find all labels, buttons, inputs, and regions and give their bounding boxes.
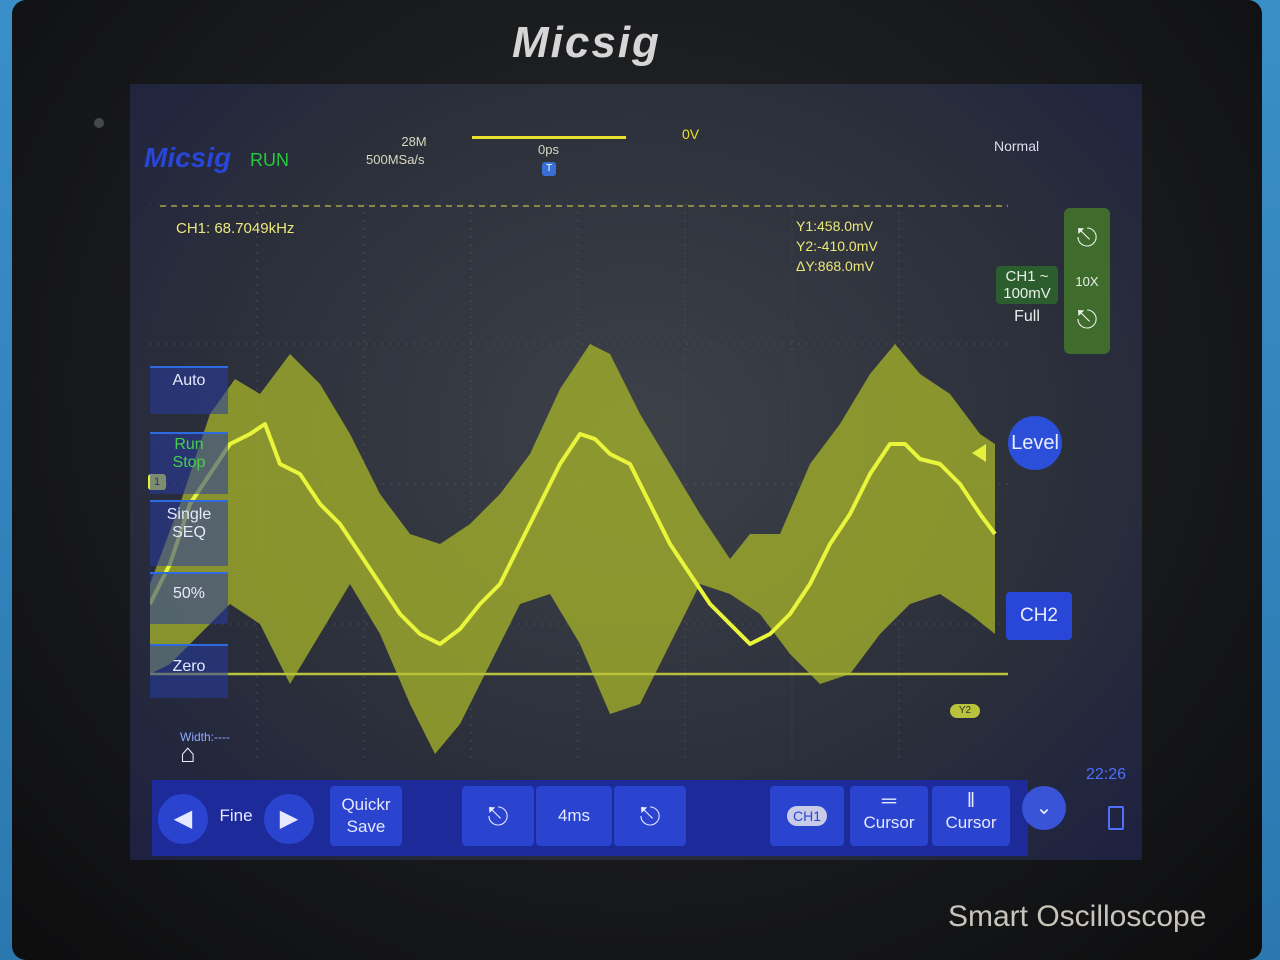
home-icon[interactable]: ⌂ [180, 738, 196, 769]
signal-envelope [150, 344, 995, 754]
cursor-delta-value: ΔY:868.0mV [796, 258, 874, 274]
trigger-level-marker[interactable] [972, 444, 986, 462]
zero-button[interactable]: Zero [150, 644, 228, 698]
trigger-mode[interactable]: Normal [994, 138, 1039, 154]
quick-save-line1: Quickr [341, 795, 391, 814]
ch1-bandwidth: Full [1014, 308, 1040, 325]
run-status[interactable]: RUN [250, 150, 289, 171]
brand-logo: Micsig [512, 18, 661, 67]
fine-label[interactable]: Fine [214, 786, 258, 846]
ch1-scale-box[interactable]: CH1 ~ 100mV [996, 266, 1058, 304]
prev-arrow-button[interactable]: ◀ [158, 794, 208, 844]
cursor-vertical-button[interactable]: ‖ Cursor [932, 786, 1010, 846]
cursor-y1-value: Y1:458.0mV [796, 218, 874, 234]
probe-panel: ⎋ 10X ⎋ [1064, 208, 1110, 354]
run-label: Run [174, 436, 204, 453]
timebase-zoom-out-icon[interactable]: ⎋ [462, 786, 534, 846]
run-stop-button[interactable]: Run Stop [150, 432, 228, 494]
frequency-measurement: CH1: 68.7049kHz [176, 220, 295, 237]
timebase-value[interactable]: 4ms [536, 786, 612, 846]
next-arrow-button[interactable]: ▶ [264, 794, 314, 844]
ch2-label: CH2 [1019, 605, 1058, 626]
stop-label: Stop [172, 454, 206, 471]
waveform-area[interactable] [150, 204, 1008, 764]
cursor-readout: Y1:458.0mV Y2:-410.0mV ΔY:868.0mV [796, 216, 878, 276]
chevron-down-icon[interactable]: ⌄ [1022, 786, 1066, 830]
ch2-button[interactable]: CH2 [1006, 592, 1072, 640]
quick-save-button[interactable]: Quickr Save [330, 786, 402, 846]
bezel-screw [94, 118, 104, 128]
waveform-svg [150, 204, 1008, 764]
auto-label: Auto [172, 372, 206, 389]
model-label: Smart Oscilloscope [948, 900, 1207, 933]
pulse-wide-icon[interactable]: ⎋ [1064, 222, 1110, 254]
sample-rate: 500MSa/s [366, 152, 425, 167]
zero-label: Zero [172, 658, 206, 675]
quick-save-line2: Save [346, 817, 386, 836]
memory-depth: 28M [401, 134, 427, 149]
ch1-tag: CH1 [786, 806, 827, 826]
level-knob-button[interactable]: Level [1008, 416, 1062, 470]
level-label: Level [1011, 432, 1059, 454]
ch1-name: CH1 ~ [1005, 268, 1049, 285]
single-label: Single [166, 506, 212, 523]
ch1-select-button[interactable]: CH1 [770, 786, 844, 846]
cursor-y2-value: Y2:-410.0mV [796, 238, 878, 254]
single-seq-button[interactable]: Single SEQ [150, 500, 228, 566]
system-clock: 22:26 [1086, 766, 1127, 783]
battery-icon [1108, 806, 1124, 830]
seq-label: SEQ [172, 524, 206, 541]
fifty-percent-button[interactable]: 50% [150, 572, 228, 624]
trigger-position-icon[interactable]: T [542, 162, 556, 176]
cursor-v-label: Cursor [945, 813, 997, 832]
cursor-h-label: Cursor [863, 813, 915, 832]
timebase-zoom-in-icon[interactable]: ⎋ [614, 786, 686, 846]
oscilloscope-screen: Micsig RUN 28M 500MSa/s 0ps T 0V Normal [130, 84, 1142, 860]
trigger-level: 0V [682, 126, 700, 142]
memory-position-bar[interactable] [472, 136, 626, 139]
probe-ratio: 10X [1075, 274, 1099, 289]
pulse-narrow-icon[interactable]: ⎋ [1064, 304, 1110, 336]
time-position: 0ps [538, 142, 559, 157]
fifty-label: 50% [172, 585, 206, 602]
ch1-scale: 100mV [1003, 285, 1051, 302]
auto-button[interactable]: Auto [150, 366, 228, 414]
cursor-y2-marker[interactable]: Y2 [950, 704, 980, 718]
screen-logo: Micsig [144, 142, 232, 173]
cursor-horizontal-button[interactable]: ═ Cursor [850, 786, 928, 846]
cursor-v-icon: ‖ [966, 790, 976, 812]
cursor-h-icon: ═ [881, 790, 897, 812]
